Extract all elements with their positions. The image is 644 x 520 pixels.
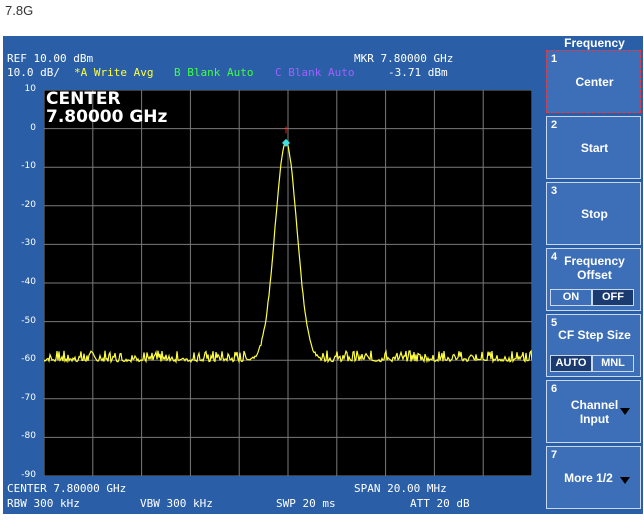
submenu-arrow-icon (620, 408, 630, 415)
window-caption: 7.8G (5, 3, 34, 18)
overlay-center-label: CENTER (46, 89, 121, 109)
scale-per-div: 10.0 dB/ (7, 66, 60, 79)
marker-frequency: MKR 7.80000 GHz (354, 52, 454, 65)
softkey-number: 7 (551, 449, 558, 461)
submenu-arrow-icon (620, 477, 630, 484)
span-readout: SPAN 20.00 MHz (354, 482, 447, 495)
offset-on-option[interactable]: ON (550, 289, 592, 306)
sweep-readout: SWP 20 ms (276, 497, 336, 510)
trace-b-status: B Blank Auto (174, 66, 254, 79)
softkey-label: Stop (581, 207, 608, 221)
softkey-stop[interactable]: 3 Stop (546, 182, 641, 245)
trace-c-status: C Blank Auto (275, 66, 355, 79)
center-readout: CENTER 7.80000 GHz (7, 482, 127, 495)
marker-diamond (282, 138, 290, 147)
softkey-label: Center (575, 75, 614, 89)
spectrum-plot: † CENTER 7.80000 GHz (43, 89, 533, 477)
spectrum-svg: † (43, 89, 533, 477)
attenuation-readout: ATT 20 dB (410, 497, 470, 510)
y-tick-label: 10 (24, 84, 36, 94)
y-tick-label: -90 (21, 470, 36, 480)
cf-step-manual-option[interactable]: MNL (592, 355, 634, 372)
y-tick-label: -20 (21, 199, 36, 210)
softkey-start[interactable]: 2 Start (546, 116, 641, 179)
y-tick-label: -70 (21, 392, 36, 403)
softkey-label: CF Step Size (558, 328, 631, 342)
softkey-more[interactable]: 7 More 1/2 (546, 446, 641, 509)
softkey-panel: Frequency 1 Center 2 Start 3 Stop 4 Freq… (546, 36, 643, 514)
softkey-number: 3 (551, 185, 558, 197)
cf-step-toggle[interactable]: AUTO MNL (550, 355, 634, 372)
y-tick-label: -80 (21, 431, 36, 442)
softkey-number: 1 (551, 53, 558, 65)
softkey-label-line1: Frequency (564, 254, 625, 268)
rbw-readout: RBW 300 kHz (7, 497, 80, 510)
softkey-frequency-offset[interactable]: 4 Frequency Offset ON OFF (546, 248, 641, 311)
softkey-channel-input[interactable]: 6 Channel Input (546, 380, 641, 443)
softkey-number: 6 (551, 383, 558, 395)
marker-level: -3.71 dBm (388, 66, 448, 79)
cf-step-auto-option[interactable]: AUTO (550, 355, 592, 372)
softkey-center[interactable]: 1 Center (546, 50, 641, 113)
vbw-readout: VBW 300 kHz (140, 497, 213, 510)
softkey-label-line2: Offset (577, 268, 612, 282)
softkey-cf-step-size[interactable]: 5 CF Step Size AUTO MNL (546, 314, 641, 377)
softkey-number: 2 (551, 119, 558, 131)
y-tick-label: -50 (21, 315, 36, 326)
offset-toggle[interactable]: ON OFF (550, 289, 634, 306)
y-tick-label: -30 (21, 238, 36, 249)
marker-flag-icon: † (284, 126, 289, 136)
softkey-label: Start (580, 141, 609, 155)
ref-level: REF 10.00 dBm (7, 52, 94, 65)
y-tick-label: -60 (21, 354, 36, 365)
center-frequency-overlay: CENTER 7.80000 GHz (46, 90, 167, 126)
softkey-menu-title: Frequency (564, 36, 625, 50)
y-tick-label: 0 (30, 122, 36, 133)
y-tick-label: -40 (21, 277, 36, 287)
y-tick-label: -10 (21, 161, 36, 172)
offset-off-option[interactable]: OFF (592, 289, 634, 306)
overlay-center-value: 7.80000 GHz (46, 107, 168, 127)
trace-a-status: *A Write Avg (74, 66, 154, 79)
